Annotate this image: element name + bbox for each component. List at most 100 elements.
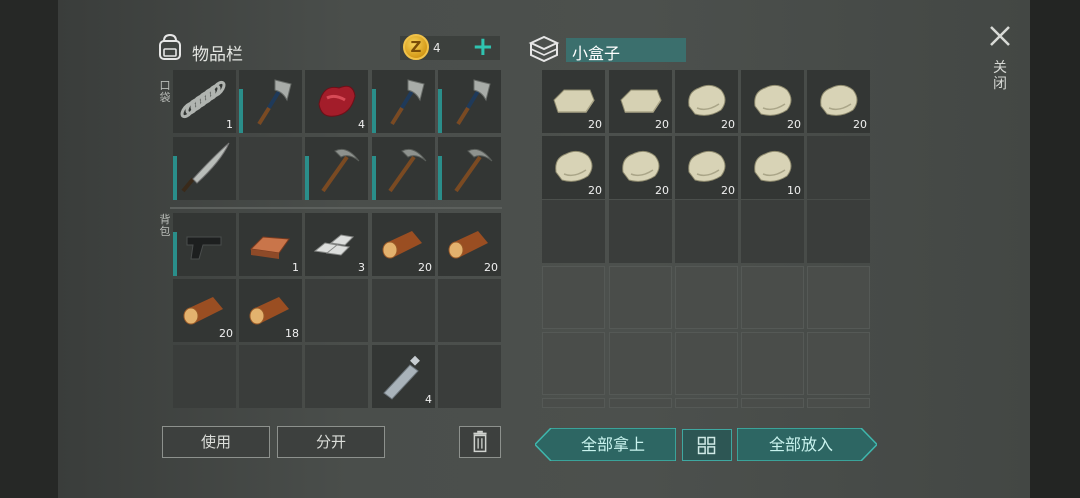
durability-bar bbox=[372, 89, 376, 133]
hatchet-icon bbox=[390, 79, 425, 126]
item-count: 20 bbox=[219, 327, 233, 340]
item-count: 20 bbox=[655, 184, 669, 197]
backpack-slot[interactable] bbox=[372, 279, 435, 342]
container-slot[interactable]: 20 bbox=[609, 70, 672, 133]
take-all-button[interactable]: 全部拿上 bbox=[551, 428, 675, 461]
container-slot[interactable]: 10 bbox=[741, 136, 804, 199]
backpack-icon bbox=[159, 33, 181, 60]
sort-grid-button[interactable] bbox=[682, 429, 732, 461]
item-count: 20 bbox=[787, 118, 801, 131]
pocket-slot[interactable]: 1 bbox=[173, 70, 236, 133]
container-slot[interactable] bbox=[807, 136, 870, 199]
container-slot[interactable] bbox=[609, 200, 672, 263]
pickaxe-icon bbox=[454, 148, 493, 193]
coin-icon: Z bbox=[403, 34, 429, 60]
pocket-slot[interactable] bbox=[239, 70, 302, 133]
container-slot[interactable] bbox=[807, 398, 870, 408]
backpack-slot[interactable]: 3 bbox=[305, 213, 368, 276]
container-slot[interactable] bbox=[542, 200, 605, 263]
durability-bar bbox=[173, 156, 177, 200]
container-slot[interactable] bbox=[609, 266, 672, 329]
pocket-slot[interactable] bbox=[372, 70, 435, 133]
container-slot[interactable] bbox=[807, 332, 870, 395]
put-all-button[interactable]: 全部放入 bbox=[737, 428, 865, 461]
container-slot[interactable]: 20 bbox=[609, 136, 672, 199]
backpack-slot[interactable] bbox=[239, 345, 302, 408]
pocket-slot[interactable] bbox=[239, 137, 302, 200]
container-slot[interactable] bbox=[741, 398, 804, 408]
close-label[interactable]: 关闭 bbox=[992, 60, 1008, 92]
pistol-icon bbox=[186, 236, 222, 260]
split-button[interactable]: 分开 bbox=[277, 426, 385, 458]
container-slot[interactable] bbox=[675, 266, 738, 329]
backpack-slot[interactable]: 4 bbox=[372, 345, 435, 408]
container-slot[interactable] bbox=[741, 200, 804, 263]
container-slot[interactable] bbox=[807, 200, 870, 263]
trash-icon bbox=[473, 430, 487, 453]
machete-icon bbox=[181, 142, 230, 193]
container-slot[interactable] bbox=[609, 332, 672, 395]
durability-bar bbox=[239, 89, 243, 133]
container-slot[interactable]: 20 bbox=[807, 70, 870, 133]
backpack-slot[interactable]: 20 bbox=[372, 213, 435, 276]
backpack-slot[interactable]: 1 bbox=[239, 213, 302, 276]
backpack-slot[interactable]: 20 bbox=[173, 279, 236, 342]
pocket-slot[interactable] bbox=[305, 137, 368, 200]
backpack-slot[interactable]: 20 bbox=[438, 213, 501, 276]
container-slot[interactable] bbox=[741, 266, 804, 329]
backpack-slot[interactable] bbox=[438, 279, 501, 342]
item-count: 4 bbox=[358, 118, 365, 131]
backpack-slot[interactable] bbox=[305, 279, 368, 342]
close-icon[interactable] bbox=[988, 24, 1012, 48]
container-slot[interactable] bbox=[741, 332, 804, 395]
container-slot[interactable]: 20 bbox=[675, 136, 738, 199]
pickaxe-icon bbox=[388, 148, 427, 193]
durability-bar bbox=[438, 89, 442, 133]
container-slot[interactable]: 20 bbox=[542, 70, 605, 133]
container-slot[interactable] bbox=[675, 332, 738, 395]
add-coins-button[interactable]: + bbox=[472, 33, 494, 61]
left-margin bbox=[0, 0, 58, 498]
item-count: 20 bbox=[853, 118, 867, 131]
container-slot[interactable] bbox=[542, 266, 605, 329]
backpack-slot[interactable] bbox=[305, 345, 368, 408]
pocket-slot[interactable] bbox=[438, 70, 501, 133]
container-slot[interactable] bbox=[675, 398, 738, 408]
item-count: 20 bbox=[418, 261, 432, 274]
durability-bar bbox=[438, 156, 442, 200]
container-slot[interactable]: 20 bbox=[542, 136, 605, 199]
container-slot[interactable] bbox=[807, 266, 870, 329]
backpack-slot[interactable] bbox=[173, 345, 236, 408]
pocket-label: 口袋 bbox=[159, 79, 171, 104]
pocket-slot[interactable] bbox=[173, 137, 236, 200]
durability-bar bbox=[372, 156, 376, 200]
pocket-slot[interactable] bbox=[438, 137, 501, 200]
backpack-slot[interactable] bbox=[438, 345, 501, 408]
right-margin bbox=[1030, 0, 1080, 498]
pocket-slot[interactable] bbox=[372, 137, 435, 200]
item-count: 20 bbox=[588, 184, 602, 197]
backpack-label: 背包 bbox=[159, 213, 171, 238]
section-divider bbox=[170, 207, 502, 209]
grid-icon bbox=[697, 436, 716, 455]
item-count: 20 bbox=[655, 118, 669, 131]
use-button[interactable]: 使用 bbox=[162, 426, 270, 458]
item-count: 4 bbox=[425, 393, 432, 406]
trash-button[interactable] bbox=[459, 426, 501, 458]
container-slot[interactable] bbox=[542, 332, 605, 395]
durability-bar bbox=[173, 232, 177, 276]
item-count: 3 bbox=[358, 261, 365, 274]
container-slot[interactable] bbox=[609, 398, 672, 408]
hatchet-icon bbox=[456, 79, 491, 126]
container-slot[interactable] bbox=[542, 398, 605, 408]
container-slot[interactable]: 20 bbox=[675, 70, 738, 133]
container-title: 小盒子 bbox=[572, 44, 621, 63]
container-box-icon bbox=[528, 35, 560, 62]
backpack-slot[interactable]: 18 bbox=[239, 279, 302, 342]
backpack-slot[interactable] bbox=[173, 213, 236, 276]
hatchet-icon bbox=[257, 79, 292, 126]
pocket-slot[interactable]: 4 bbox=[305, 70, 368, 133]
inventory-title: 物品栏 bbox=[192, 45, 243, 65]
container-slot[interactable] bbox=[675, 200, 738, 263]
container-slot[interactable]: 20 bbox=[741, 70, 804, 133]
